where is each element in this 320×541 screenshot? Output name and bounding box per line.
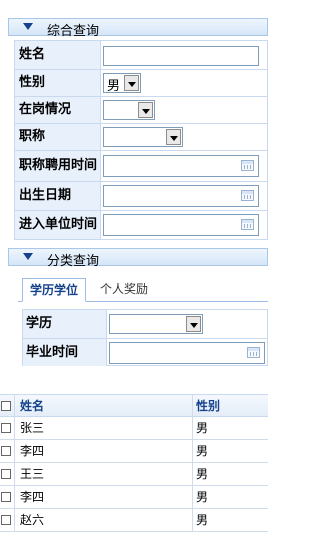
row-checkbox[interactable] xyxy=(1,423,11,433)
calendar-icon[interactable] xyxy=(241,190,254,201)
form-row-title: 职称 xyxy=(15,124,267,151)
cell-gender: 男 xyxy=(196,467,209,481)
title-label: 职称 xyxy=(15,124,101,150)
birth-date-input[interactable] xyxy=(103,185,259,207)
composite-query-title: 综合查询 xyxy=(47,24,100,39)
form-row-gender: 性别 男 xyxy=(15,70,267,97)
cell-gender: 男 xyxy=(196,444,209,458)
status-label: 在岗情况 xyxy=(15,97,101,123)
cell-name: 张三 xyxy=(20,421,45,435)
gender-select[interactable]: 男 xyxy=(103,73,141,94)
row-checkbox[interactable] xyxy=(1,492,11,502)
cell-name: 王三 xyxy=(20,467,45,481)
dropdown-arrow-icon[interactable] xyxy=(124,75,139,91)
composite-query-header[interactable]: 综合查询 xyxy=(8,18,268,39)
form-row-name: 姓名 xyxy=(15,41,267,70)
dropdown-arrow-icon[interactable] xyxy=(186,316,201,332)
table-row[interactable]: 李四 男 xyxy=(0,440,268,463)
join-date-input[interactable] xyxy=(103,214,259,236)
name-input[interactable] xyxy=(103,46,259,66)
form-row-status: 在岗情况 xyxy=(15,97,267,124)
row-checkbox[interactable] xyxy=(1,469,11,479)
title-select[interactable] xyxy=(103,127,183,147)
join-date-label: 进入单位时间 xyxy=(15,211,101,239)
calendar-icon[interactable] xyxy=(241,160,254,171)
graduation-date-input[interactable] xyxy=(109,342,265,364)
collapse-arrow-icon[interactable] xyxy=(23,23,33,30)
form-row-graduation-date: 毕业时间 xyxy=(23,339,267,366)
calendar-icon[interactable] xyxy=(247,347,260,358)
gender-select-value: 男 xyxy=(107,79,121,94)
column-header-gender[interactable]: 性别 xyxy=(196,395,220,417)
table-header-row: 姓名 性别 xyxy=(0,394,268,417)
category-query-header[interactable]: 分类查询 xyxy=(8,248,268,269)
form-row-join-date: 进入单位时间 xyxy=(15,211,267,239)
table-row[interactable]: 李四 男 xyxy=(0,486,268,509)
dropdown-arrow-icon[interactable] xyxy=(166,129,181,145)
cell-gender: 男 xyxy=(196,490,209,504)
gender-label: 性别 xyxy=(15,70,101,96)
status-select[interactable] xyxy=(103,100,155,120)
cell-gender: 男 xyxy=(196,513,209,527)
title-hire-date-label: 职称聘用时间 xyxy=(15,151,101,181)
select-all-checkbox[interactable] xyxy=(1,401,11,411)
education-label: 学历 xyxy=(23,310,107,338)
cell-gender: 男 xyxy=(196,421,209,435)
cell-name: 李四 xyxy=(20,490,45,504)
category-tabs: 学历学位 个人奖励 xyxy=(18,274,268,302)
calendar-icon[interactable] xyxy=(241,219,254,230)
birth-date-label: 出生日期 xyxy=(15,182,101,210)
row-checkbox[interactable] xyxy=(1,515,11,525)
cell-name: 李四 xyxy=(20,444,45,458)
form-row-birth-date: 出生日期 xyxy=(15,182,267,211)
form-row-title-hire-date: 职称聘用时间 xyxy=(15,151,267,182)
title-hire-date-input[interactable] xyxy=(103,155,259,177)
collapse-arrow-icon[interactable] xyxy=(23,253,33,260)
table-row[interactable]: 赵六 男 xyxy=(0,509,268,532)
education-select[interactable] xyxy=(109,314,203,334)
tab-education[interactable]: 学历学位 xyxy=(22,278,86,302)
category-query-title: 分类查询 xyxy=(47,254,100,269)
composite-query-form: 姓名 性别 男 在岗情况 职称 职称聘用时间 出生日期 进入单位时间 xyxy=(14,40,268,240)
dropdown-arrow-icon[interactable] xyxy=(138,102,153,118)
cell-name: 赵六 xyxy=(20,513,45,527)
column-header-name[interactable]: 姓名 xyxy=(20,395,44,417)
row-checkbox[interactable] xyxy=(1,446,11,456)
table-row[interactable]: 张三 男 xyxy=(0,417,268,440)
category-query-form: 学历 毕业时间 xyxy=(22,309,268,366)
form-row-education: 学历 xyxy=(23,310,267,339)
tab-awards[interactable]: 个人奖励 xyxy=(100,278,148,300)
name-label: 姓名 xyxy=(15,41,101,69)
graduation-date-label: 毕业时间 xyxy=(23,339,107,366)
table-row[interactable]: 王三 男 xyxy=(0,463,268,486)
